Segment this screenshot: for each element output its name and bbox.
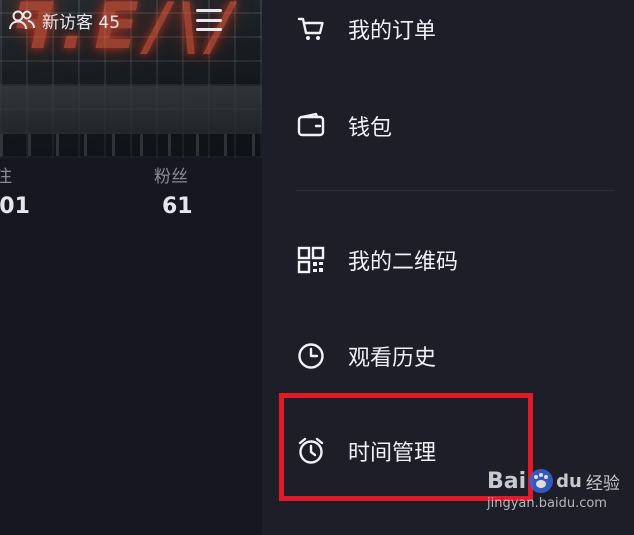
new-visitors-label: 新访客 45	[42, 12, 121, 33]
menu-item-label: 我的订单	[348, 19, 437, 44]
menu-item-label: 钱包	[348, 116, 393, 141]
menu-item-watch-history[interactable]: 观看历史	[296, 340, 436, 372]
people-icon	[9, 10, 35, 30]
hamburger-menu-icon[interactable]	[196, 9, 222, 31]
qrcode-icon	[297, 246, 325, 274]
menu-item-wallet[interactable]: 钱包	[296, 110, 392, 142]
following-label: 关注	[0, 167, 12, 187]
new-visitors-button[interactable]: 新访客 45	[8, 8, 121, 33]
following-count[interactable]: 101	[0, 194, 30, 219]
menu-item-label: 观看历史	[348, 346, 437, 371]
menu-divider	[296, 190, 614, 191]
cart-icon	[297, 17, 324, 40]
baidu-paw-icon	[529, 469, 554, 493]
baidu-jingyan-watermark: Bai du 经验 jingyan.baidu.com	[487, 468, 620, 512]
profile-panel: ꟻ.E/\/ 新访客 45 关注 101 粉丝 61	[0, 0, 262, 535]
menu-item-label: 我的二维码	[348, 250, 459, 275]
menu-item-my-qrcode[interactable]: 我的二维码	[296, 244, 458, 276]
fans-label: 粉丝	[154, 167, 188, 187]
fans-count[interactable]: 61	[162, 194, 193, 219]
menu-item-my-orders[interactable]: 我的订单	[296, 13, 436, 45]
clock-icon	[298, 343, 324, 369]
wallet-icon	[297, 112, 325, 137]
